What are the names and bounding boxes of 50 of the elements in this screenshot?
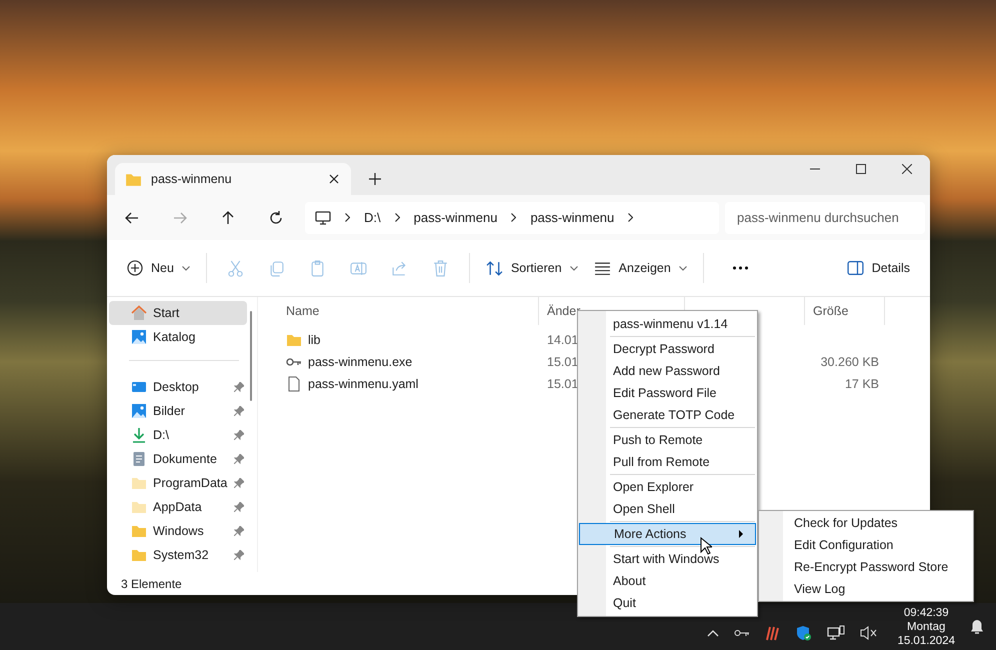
- date-cell: 15.01: [547, 355, 578, 369]
- address-bar[interactable]: D:\ pass-winmenu pass-winmenu: [305, 202, 719, 234]
- sidebar-item[interactable]: AppData: [109, 495, 247, 519]
- menu-item[interactable]: Start with Windows: [578, 548, 757, 570]
- menu-item[interactable]: Decrypt Password: [578, 338, 757, 360]
- sidebar-item[interactable]: Dokumente: [109, 447, 247, 471]
- menu-item[interactable]: Pull from Remote: [578, 451, 757, 473]
- menu-item[interactable]: About: [578, 570, 757, 592]
- clock[interactable]: 09:42:39 Montag 15.01.2024: [897, 606, 955, 648]
- file-name[interactable]: lib: [308, 333, 321, 347]
- column-header[interactable]: Name: [278, 297, 539, 325]
- menu-item[interactable]: Quit: [578, 592, 757, 614]
- menu-item[interactable]: Add new Password: [578, 360, 757, 382]
- menu-item[interactable]: Re-Encrypt Password Store: [759, 556, 973, 578]
- menu-item[interactable]: Push to Remote: [578, 429, 757, 451]
- sidebar-item[interactable]: Katalog: [109, 325, 247, 349]
- menu-item[interactable]: Check for Updates: [759, 512, 973, 534]
- explorer-tab[interactable]: pass-winmenu: [115, 163, 351, 195]
- menu-item[interactable]: More Actions: [579, 523, 756, 545]
- new-button[interactable]: Neu: [119, 254, 198, 282]
- sidebar-item[interactable]: Start: [109, 301, 247, 325]
- breadcrumb[interactable]: D:\: [364, 210, 381, 225]
- search-field[interactable]: pass-winmenu durchsuchen: [725, 202, 925, 234]
- menu-item[interactable]: Edit Configuration: [759, 534, 973, 556]
- sidebar-item[interactable]: System32: [109, 543, 247, 567]
- menu-item[interactable]: Open Shell: [578, 498, 757, 520]
- menu-item[interactable]: Generate TOTP Code: [578, 404, 757, 426]
- sort-button[interactable]: Sortieren: [478, 254, 586, 282]
- menu-item[interactable]: View Log: [759, 578, 973, 600]
- file-name[interactable]: pass-winmenu.yaml: [308, 377, 418, 391]
- size-cell: 30.260 KB: [820, 355, 879, 369]
- view-button[interactable]: Anzeigen: [586, 254, 695, 282]
- sidebar-item[interactable]: ProgramData: [109, 471, 247, 495]
- sidebar-item[interactable]: Windows: [109, 519, 247, 543]
- file-name[interactable]: pass-winmenu.exe: [308, 355, 412, 369]
- date-cell: 15.01: [547, 377, 578, 391]
- menu-item[interactable]: Open Explorer: [578, 476, 757, 498]
- breadcrumb[interactable]: pass-winmenu: [414, 210, 498, 225]
- item-count: 3 Elemente: [121, 576, 182, 590]
- details-button[interactable]: Details: [838, 255, 918, 281]
- sidebar-item[interactable]: Bilder: [109, 399, 247, 423]
- sidebar-item[interactable]: Desktop: [109, 375, 247, 399]
- sidebar-item[interactable]: D:\: [109, 423, 247, 447]
- menu-item[interactable]: Edit Password File: [578, 382, 757, 404]
- menu-item[interactable]: pass-winmenu v1.14: [578, 313, 757, 335]
- breadcrumb[interactable]: pass-winmenu: [530, 210, 614, 225]
- size-cell: 17 KB: [844, 377, 879, 391]
- column-header[interactable]: Größe: [805, 297, 885, 325]
- tab-title: pass-winmenu: [151, 172, 233, 186]
- date-cell: 14.01: [547, 333, 578, 347]
